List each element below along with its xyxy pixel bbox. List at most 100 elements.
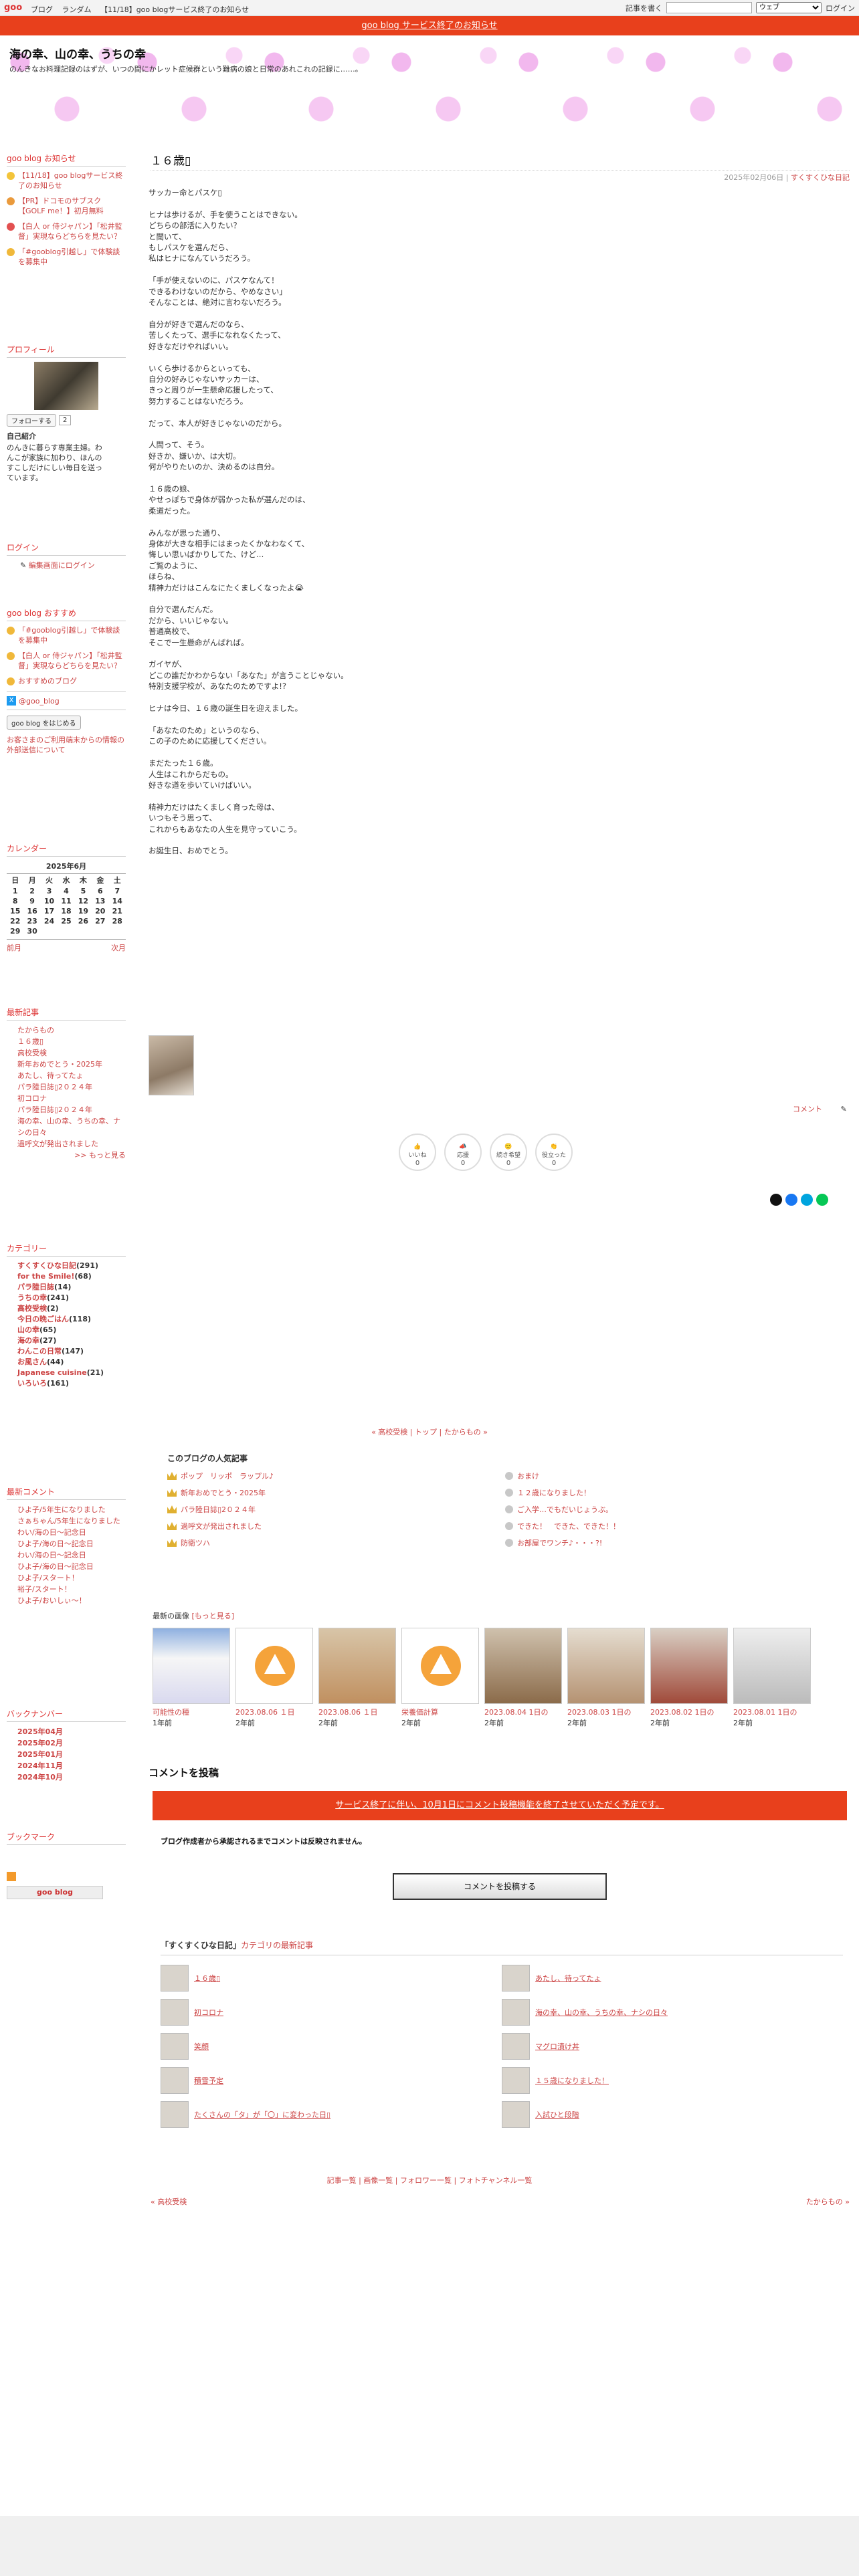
recent-article-link[interactable]: 新年おめでとう・2025年 [17,1060,102,1069]
recent-image-caption[interactable]: 2023.08.02 1日の [650,1707,728,1717]
popular-article-link[interactable]: １２歳になりました！ [517,1487,591,1498]
latest-article-link[interactable]: たくさんの「タ」が「〇」に変わった日▯ [194,2109,330,2120]
calendar-day[interactable]: 11 [58,896,74,906]
category-name[interactable]: すくすくひな日記 [17,1261,76,1270]
news-item[interactable]: 「#gooblog引越し」で体験談を募集中 [18,247,126,267]
line-share-icon[interactable] [816,1194,828,1206]
calendar-day[interactable]: 12 [75,896,92,906]
latest-article-link[interactable]: 笑顔 [194,2041,209,2052]
recommend-item[interactable]: おすすめのブログ [18,676,77,686]
calendar-day[interactable]: 1 [7,886,23,896]
recent-article-link[interactable]: あたし、待ってたょ [17,1071,83,1080]
calendar-day[interactable]: 20 [92,906,108,916]
recent-comment-link[interactable]: わい/海の日～記念日 [17,1551,86,1560]
recent-article-link[interactable]: 海の幸、山の幸、うちの幸、ナシの日々 [17,1117,120,1137]
category-name[interactable]: わんこの日常 [17,1347,62,1356]
prev-post-link[interactable]: « 高校受検 [371,1428,407,1436]
calendar-day[interactable]: 10 [41,896,58,906]
goo-logo[interactable]: goo [4,3,22,13]
facebook-share-icon[interactable] [785,1194,797,1206]
goo-blog-badge[interactable]: goo blog [7,1886,103,1899]
recent-image-item[interactable]: 2023.08.02 1日の 2年前 [650,1628,728,1728]
recent-image-thumbnail[interactable] [401,1628,479,1704]
recent-image-thumbnail[interactable] [650,1628,728,1704]
top-link[interactable]: トップ [415,1428,437,1436]
calendar-day[interactable]: 7 [109,886,126,896]
next-post-link[interactable]: たからもの » [444,1428,488,1436]
calendar-day[interactable]: 4 [58,886,74,896]
news-item[interactable]: 【白人 or 侍ジャパン】「松井監督」実現ならどちらを見たい？ [18,221,126,241]
latest-article-thumbnail[interactable] [161,2101,189,2128]
recent-image-thumbnail[interactable] [733,1628,811,1704]
latest-article-thumbnail[interactable] [502,1999,530,2026]
recent-comment-link[interactable]: ひよ子/海の日～記念日 [17,1562,94,1571]
profile-avatar[interactable] [34,362,98,410]
recommend-item[interactable]: 「#gooblog引越し」で体験談を募集中 [18,625,126,645]
popular-article-link[interactable]: 新年おめでとう・2025年 [181,1487,266,1498]
calendar-day[interactable]: 15 [7,906,23,916]
recent-image-caption[interactable]: 2023.08.04 1日の [484,1707,562,1717]
recent-images-more-link[interactable]: [もっと見る] [192,1612,235,1620]
backnumber-link[interactable]: 2025年04月 [17,1727,63,1736]
follow-button[interactable]: フォローする [7,414,56,427]
recent-comment-link[interactable]: さぁちゃん/5年生になりました [17,1517,120,1525]
category-name[interactable]: 山の幸 [17,1325,39,1334]
service-end-notice-link[interactable]: goo blog サービス終了のお知らせ [361,21,497,31]
category-item[interactable]: わんこの日常(147) [17,1346,126,1357]
calendar-day[interactable]: 8 [7,896,23,906]
bottom-prev-link[interactable]: « 高校受検 [151,2196,187,2207]
latest-article-thumbnail[interactable] [502,2033,530,2060]
calendar-day[interactable]: 14 [109,896,126,906]
recent-image-item[interactable]: 2023.08.04 1日の 2年前 [484,1628,562,1728]
search-input[interactable] [666,2,752,13]
news-item[interactable]: 【11/18】goo blogサービス終了のお知らせ [18,171,126,191]
recent-article-link[interactable]: 高校受検 [17,1049,47,1057]
latest-article-link[interactable]: マグロ漬け丼 [535,2041,579,2052]
recent-comment-link[interactable]: ひよ子/スタート！ [17,1574,79,1582]
reaction-button[interactable]: 🙂 続き希望 0 [490,1134,527,1171]
calendar-day[interactable]: 30 [23,926,40,936]
bottom-next-link[interactable]: たからもの » [806,2196,850,2207]
hatena-share-icon[interactable] [801,1194,813,1206]
popular-article-link[interactable]: ポップ リッポ ラップル♪ [181,1471,274,1481]
calendar-day[interactable]: 29 [7,926,23,936]
popular-article-link[interactable]: ご入学…でもだいじょうぶ。 [517,1504,613,1515]
calendar-day[interactable]: 17 [41,906,58,916]
recent-image-thumbnail[interactable] [153,1628,230,1704]
category-name[interactable]: 海の幸 [17,1336,39,1345]
calendar-day[interactable]: 18 [58,906,74,916]
recent-image-item[interactable]: 2023.08.03 1日の 2年前 [567,1628,645,1728]
x-account-link[interactable]: @goo_blog [19,697,60,706]
category-item[interactable]: 海の幸(27) [17,1335,126,1346]
recent-image-thumbnail[interactable] [567,1628,645,1704]
latest-article-link[interactable]: 初コロナ [194,2007,223,2018]
category-item[interactable]: うちの幸(241) [17,1293,126,1303]
popular-article-link[interactable]: おまけ [517,1471,539,1481]
recent-comment-link[interactable]: ひよ子/5年生になりました [17,1505,106,1514]
calendar-day[interactable]: 22 [7,916,23,926]
calendar-day[interactable]: 19 [75,906,92,916]
calendar-day[interactable]: 24 [41,916,58,926]
start-goo-blog-button[interactable]: goo blog をはじめる [7,716,81,730]
login-link[interactable]: ログイン [826,3,855,13]
recent-article-link[interactable]: パラ陸日誌▯2０２４年 [17,1083,92,1091]
category-item[interactable]: お風さん(44) [17,1357,126,1368]
calendar-day[interactable]: 3 [41,886,58,896]
calendar-day[interactable]: 5 [75,886,92,896]
popular-article-link[interactable]: お部屋でワンチ♪・・・?! [517,1537,602,1548]
category-name[interactable]: うちの幸 [17,1293,47,1302]
calendar-day[interactable]: 28 [109,916,126,926]
recent-comment-link[interactable]: わい/海の日～記念日 [17,1528,86,1537]
recent-image-item[interactable]: 可能性の種 1年前 [153,1628,230,1728]
latest-article-link[interactable]: 積雪予定 [194,2075,223,2086]
calendar-day[interactable]: 9 [23,896,40,906]
category-name[interactable]: パラ陸日誌 [17,1283,54,1291]
recent-image-caption[interactable]: 栄養価計算 [401,1707,479,1717]
category-item[interactable]: 今日の晩ごはん(118) [17,1314,126,1325]
latest-article-link[interactable]: 海の幸、山の幸、うちの幸、ナシの日々 [535,2007,668,2018]
category-name[interactable]: お風さん [17,1358,47,1366]
calendar-day[interactable]: 13 [92,896,108,906]
category-item[interactable]: for the Smile!(68) [17,1271,126,1282]
recent-image-item[interactable]: 2023.08.01 1日の 2年前 [733,1628,811,1728]
reaction-button[interactable]: 👏 役立った 0 [535,1134,573,1171]
